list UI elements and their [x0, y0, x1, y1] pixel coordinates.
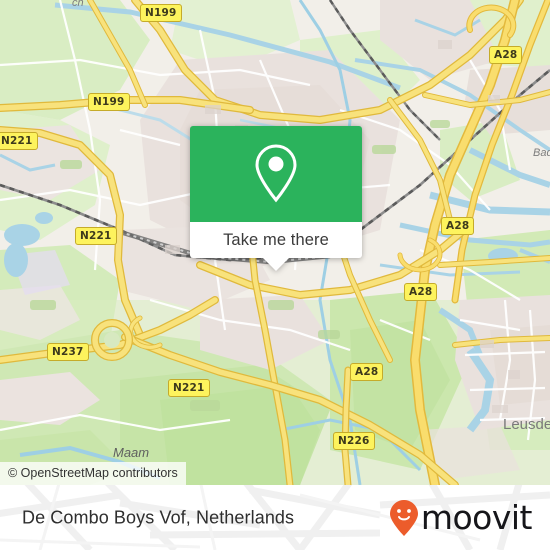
map-canvas[interactable]: N199 N199 A28 N221 A28 N221 A28 N237 N22…	[0, 0, 550, 485]
road-shield-a28-south[interactable]: A28	[404, 283, 438, 301]
footer-bar: De Combo Boys Vof, Netherlands moovit	[0, 485, 550, 550]
road-shield-a28-north[interactable]: A28	[489, 46, 523, 64]
road-shield-n199-north[interactable]: N199	[140, 4, 182, 22]
moovit-wordmark: moovit	[420, 498, 533, 537]
road-shield-n226[interactable]: N226	[333, 432, 375, 450]
road-shield-n199-west[interactable]: N199	[88, 93, 130, 111]
road-shield-n237[interactable]: N237	[47, 343, 89, 361]
place-label-bad: Bad	[533, 147, 550, 159]
map-pin-icon	[255, 144, 297, 203]
place-label-partial-top: ch	[72, 0, 84, 9]
callout-header	[190, 126, 362, 222]
callout-action-bar[interactable]: Take me there	[190, 222, 362, 258]
map-attribution[interactable]: © OpenStreetMap contributors	[0, 461, 186, 485]
place-label-maam: Maam	[113, 445, 150, 460]
road-shield-n221-mid[interactable]: N221	[75, 227, 117, 245]
road-shield-a28-lower[interactable]: A28	[350, 363, 384, 381]
smiling-pin-icon	[389, 499, 418, 536]
moovit-location-card: N199 N199 A28 N221 A28 N221 A28 N237 N22…	[0, 0, 550, 550]
road-shield-n221-south[interactable]: N221	[168, 379, 210, 397]
place-label-leusden: Leusden	[503, 416, 550, 433]
moovit-brand[interactable]: moovit	[389, 498, 533, 537]
location-title: De Combo Boys Vof, Netherlands	[22, 507, 295, 527]
location-callout-card[interactable]: Take me there	[190, 126, 362, 271]
callout-pointer	[263, 258, 289, 271]
road-shield-a28-mid[interactable]: A28	[441, 217, 475, 235]
road-shield-n221-west[interactable]: N221	[0, 132, 38, 150]
take-me-there-label: Take me there	[223, 230, 329, 249]
